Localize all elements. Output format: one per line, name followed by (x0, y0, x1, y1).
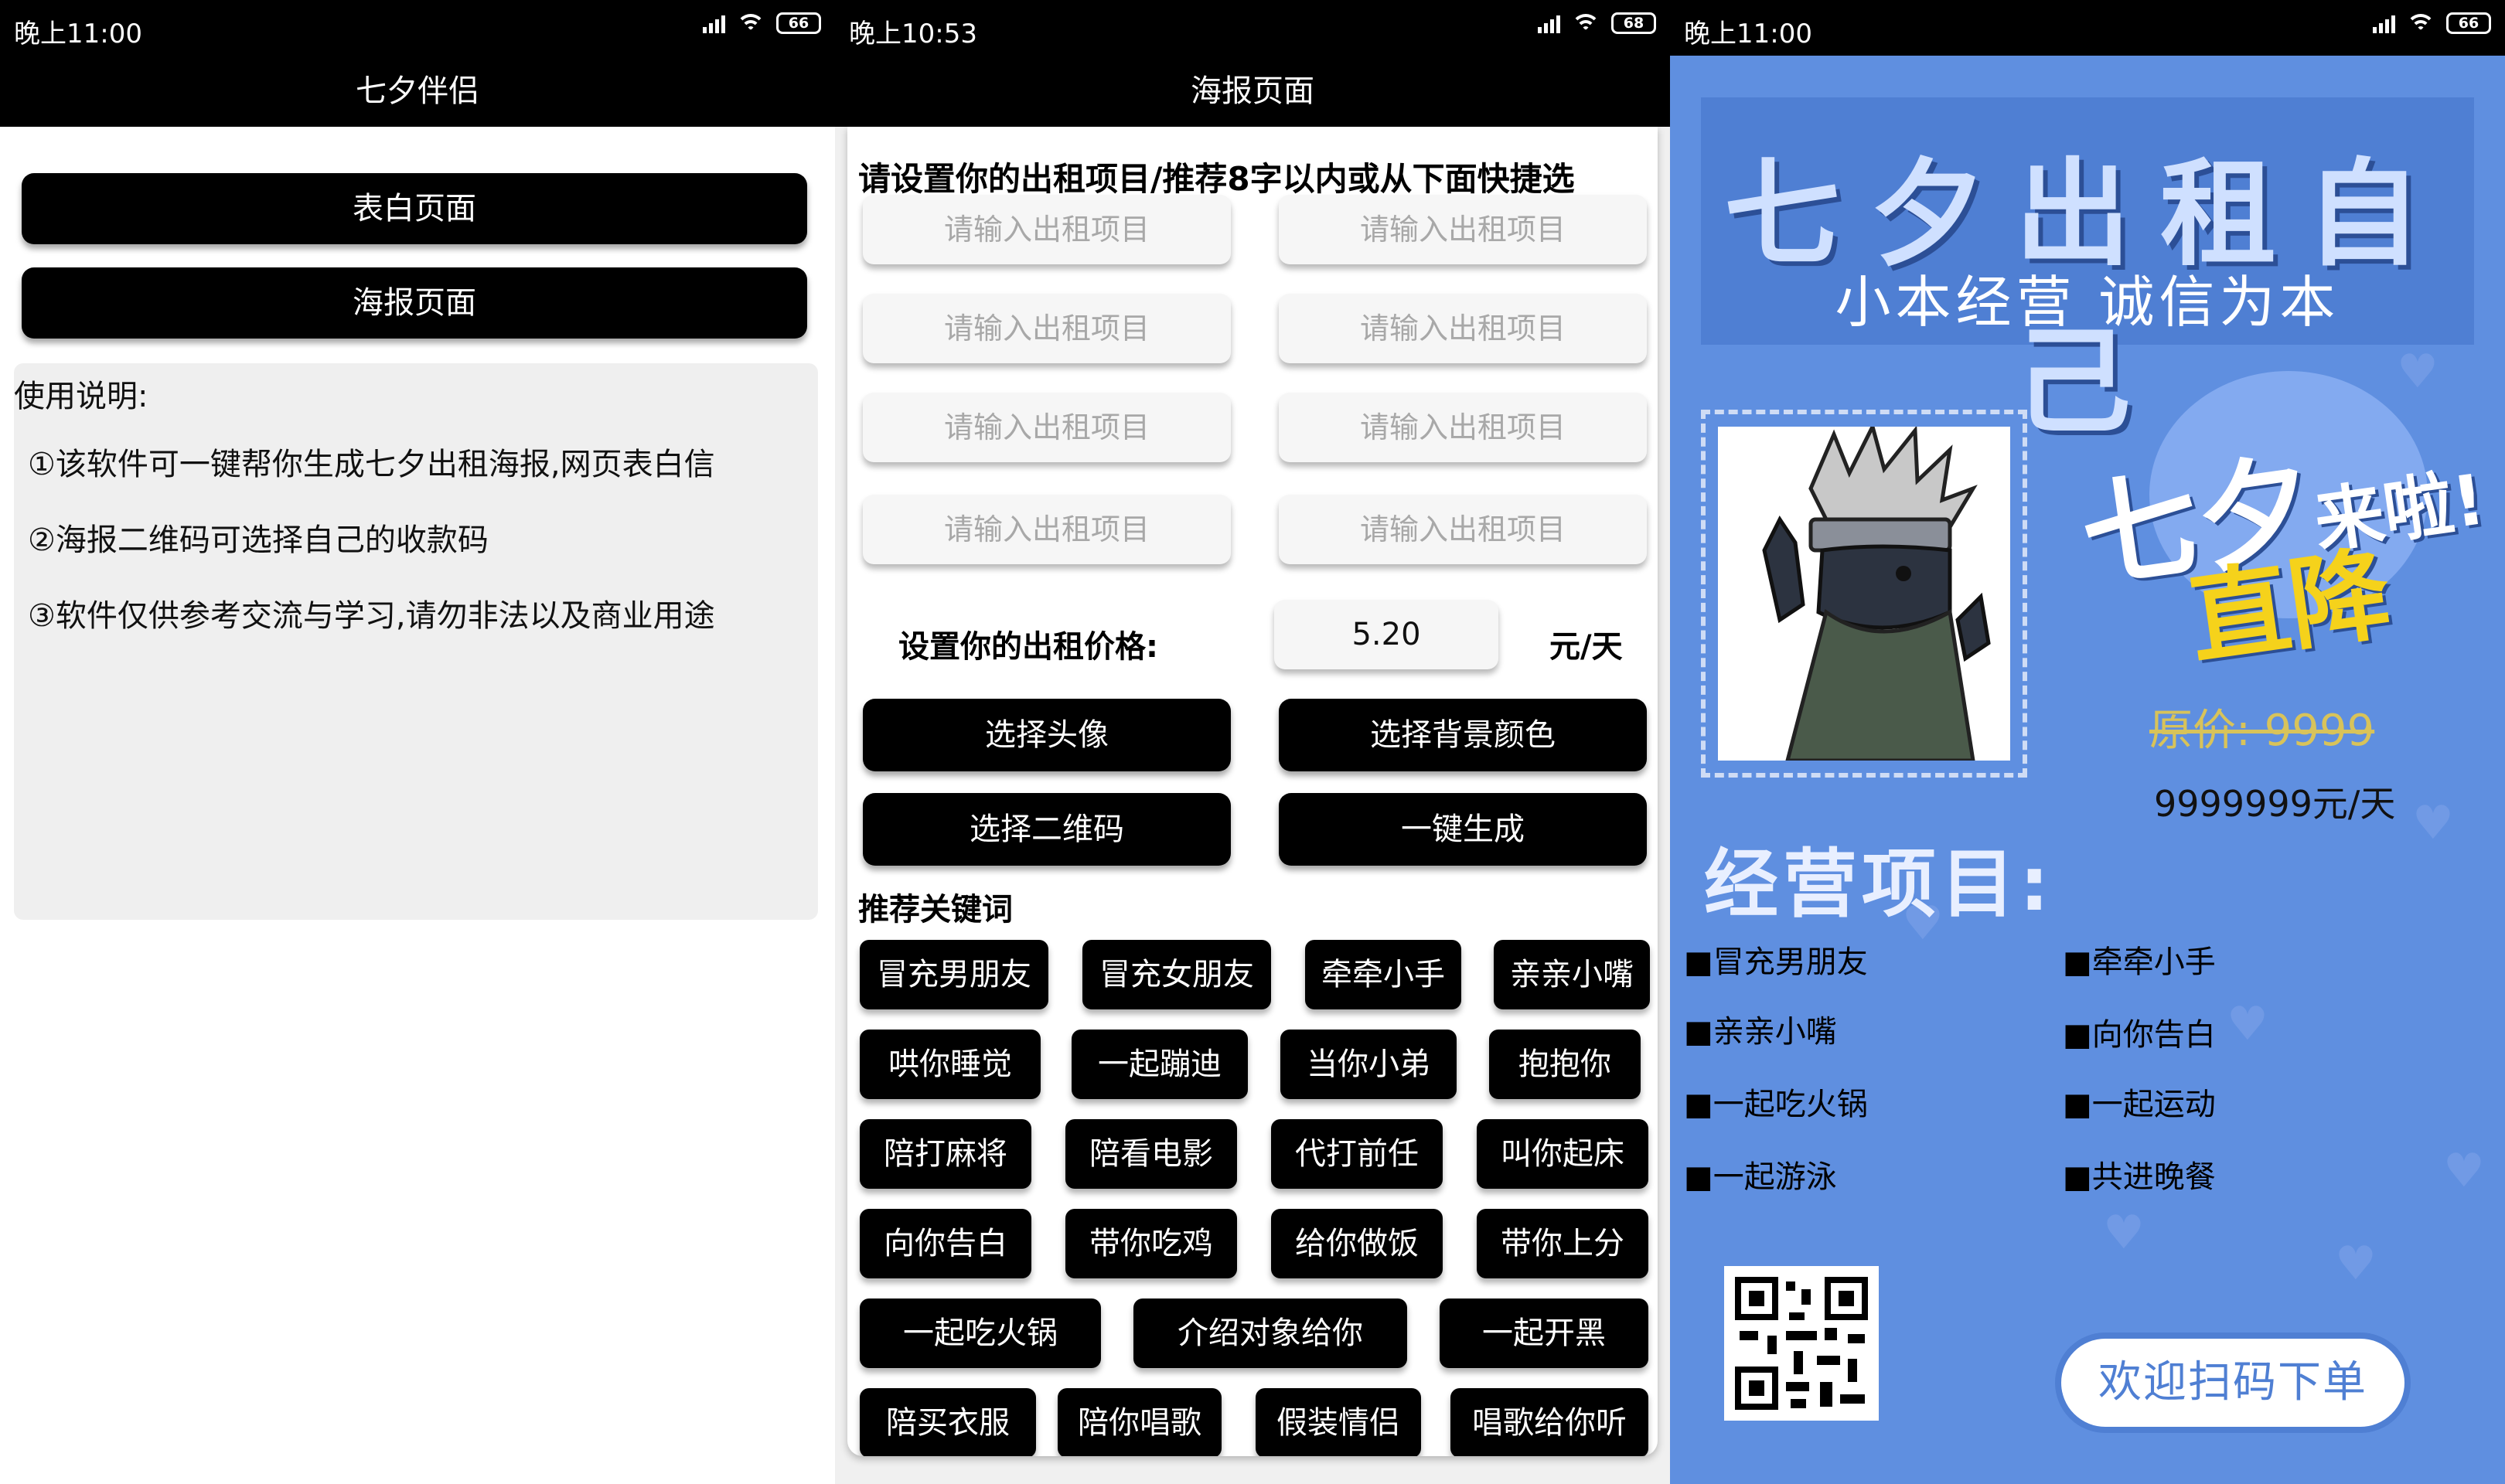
usage-line-3: ③软件仅供参考交流与学习,请勿非法以及商业用途 (28, 598, 715, 634)
poster-header: 七夕出租自己 小本经营 诚信为本 (1701, 97, 2474, 450)
keyword-chip[interactable]: 陪你唱歌 (1058, 1388, 1222, 1456)
battery-icon: 66 (2446, 12, 2491, 34)
heart-icon: ♥ (2227, 997, 2268, 1051)
service-item: ■冒充男朋友 (1684, 945, 1868, 980)
keyword-chip[interactable]: 向你告白 (860, 1209, 1031, 1278)
status-time: 晚上11:00 (14, 19, 142, 49)
poster-form: 请设置你的出租项目/推荐8字以内或从下面快捷选 请输入出租项目 请输入出租项目 … (847, 127, 1658, 1456)
qr-code (1724, 1266, 1879, 1421)
original-price: 原价: 9999 (2149, 706, 2375, 756)
service-item: ■共进晚餐 (2063, 1159, 2216, 1195)
keyword-chip[interactable]: 带你吃鸡 (1065, 1209, 1237, 1278)
keyword-chip[interactable]: 假装情侣 (1256, 1388, 1421, 1456)
price-label: 设置你的出租价格: (898, 629, 1158, 665)
ninja-avatar-icon (1762, 421, 1991, 763)
service-item: ■一起吃火锅 (1684, 1087, 1868, 1122)
service-item: ■亲亲小嘴 (1684, 1014, 1837, 1050)
keywords-title: 推荐关键词 (858, 892, 1013, 928)
confession-page-button[interactable]: 表白页面 (22, 173, 807, 244)
service-item: ■向你告白 (2063, 1017, 2216, 1053)
status-icons: 68 (1538, 12, 1656, 34)
status-icons: 66 (703, 12, 821, 34)
keyword-chip[interactable]: 带你上分 (1477, 1209, 1648, 1278)
keyword-chip[interactable]: 陪看电影 (1065, 1119, 1237, 1189)
price-input[interactable]: 5.20 (1274, 600, 1498, 669)
poster-price: 9999999元/天 (2154, 783, 2396, 825)
poster-screen: 晚上11:00 66 ♥ ♥ ♥ ♥ ♥ ♥ ♥ 七夕出租自己 小本经营 诚信为… (1670, 0, 2505, 1484)
keyword-chip[interactable]: 介绍对象给你 (1133, 1298, 1407, 1368)
keyword-chip[interactable]: 一起吃火锅 (860, 1298, 1101, 1368)
promo-discount-text: 直降 (2182, 534, 2398, 679)
services-title: 经营项目: (1704, 841, 2054, 928)
status-time: 晚上11:00 (1684, 19, 1812, 49)
heart-icon: ♥ (2412, 796, 2454, 850)
keyword-chip[interactable]: 冒充男朋友 (860, 940, 1048, 1009)
usage-title: 使用说明: (14, 379, 148, 414)
battery-icon: 68 (1611, 12, 1656, 34)
rental-item-input-6[interactable]: 请输入出租项目 (1279, 393, 1647, 462)
poster-page-button[interactable]: 海报页面 (22, 267, 807, 339)
keyword-chip[interactable]: 冒充女朋友 (1082, 940, 1271, 1009)
rental-item-input-4[interactable]: 请输入出租项目 (1279, 294, 1647, 363)
avatar-frame (1701, 410, 2027, 778)
keyword-chip[interactable]: 唱歌给你听 (1450, 1388, 1648, 1456)
status-bar: 晚上10:53 68 (835, 0, 1670, 56)
generate-button[interactable]: 一键生成 (1279, 793, 1647, 866)
rental-item-input-2[interactable]: 请输入出租项目 (1279, 195, 1647, 264)
rental-item-input-7[interactable]: 请输入出租项目 (863, 495, 1231, 564)
battery-icon: 66 (776, 12, 821, 34)
select-bg-color-button[interactable]: 选择背景颜色 (1279, 699, 1647, 771)
keyword-chip[interactable]: 给你做饭 (1271, 1209, 1443, 1278)
usage-line-1: ①该软件可一键帮你生成七夕出租海报,网页表白信 (28, 447, 715, 482)
service-item: ■一起运动 (2063, 1087, 2216, 1122)
status-bar: 晚上11:00 66 (1670, 0, 2505, 56)
status-bar: 晚上11:00 66 (0, 0, 835, 56)
heart-icon: ♥ (2103, 1206, 2145, 1260)
avatar-image (1718, 421, 2010, 763)
price-unit: 元/天 (1549, 629, 1623, 665)
scan-to-order-button[interactable]: 欢迎扫码下单 (2055, 1333, 2411, 1433)
app-title: 七夕伴侣 (0, 56, 835, 127)
select-avatar-button[interactable]: 选择头像 (863, 699, 1231, 771)
signal-icon (703, 13, 725, 33)
rental-item-input-5[interactable]: 请输入出租项目 (863, 393, 1231, 462)
service-item: ■一起游泳 (1684, 1159, 1837, 1195)
keyword-chip[interactable]: 当你小弟 (1280, 1030, 1457, 1099)
select-qrcode-button[interactable]: 选择二维码 (863, 793, 1231, 866)
wifi-icon (1571, 12, 1600, 34)
service-item: ■牵牵小手 (2063, 945, 2216, 980)
keyword-chip[interactable]: 一起开黑 (1440, 1298, 1648, 1368)
left-screen: 晚上11:00 66 七夕伴侣 表白页面 海报页面 使用说明: ①该软件可一键帮… (0, 0, 835, 1484)
status-time: 晚上10:53 (849, 19, 977, 49)
qr-code-icon (1735, 1277, 1868, 1410)
middle-screen: 晚上10:53 68 海报页面 请设置你的出租项目/推荐8字以内或从下面快捷选 … (835, 0, 1670, 1484)
keyword-chip[interactable]: 一起蹦迪 (1072, 1030, 1248, 1099)
keyword-chip[interactable]: 牵牵小手 (1305, 940, 1461, 1009)
rental-item-input-8[interactable]: 请输入出租项目 (1279, 495, 1647, 564)
keyword-chip[interactable]: 陪打麻将 (860, 1119, 1031, 1189)
heart-icon: ♥ (2443, 1144, 2485, 1198)
signal-icon (1538, 13, 1560, 33)
status-icons: 66 (2373, 12, 2491, 34)
wifi-icon (736, 12, 765, 34)
usage-instructions: 使用说明: ①该软件可一键帮你生成七夕出租海报,网页表白信 ②海报二维码可选择自… (14, 363, 818, 920)
signal-icon (2373, 13, 2395, 33)
wifi-icon (2406, 12, 2435, 34)
rental-item-input-1[interactable]: 请输入出租项目 (863, 195, 1231, 264)
keyword-chip[interactable]: 叫你起床 (1477, 1119, 1648, 1189)
poster-subline: 小本经营 诚信为本 (1835, 270, 2340, 335)
rental-hint: 请设置你的出租项目/推荐8字以内或从下面快捷选 (858, 160, 1575, 198)
keyword-chip[interactable]: 陪买衣服 (860, 1388, 1036, 1456)
usage-line-2: ②海报二维码可选择自己的收款码 (28, 522, 489, 558)
heart-icon: ♥ (2335, 1237, 2377, 1291)
page-title: 海报页面 (835, 56, 1670, 127)
keyword-chip[interactable]: 抱抱你 (1489, 1030, 1641, 1099)
rental-item-input-3[interactable]: 请输入出租项目 (863, 294, 1231, 363)
keyword-chip[interactable]: 哄你睡觉 (860, 1030, 1041, 1099)
keyword-chip[interactable]: 代打前任 (1271, 1119, 1443, 1189)
keyword-chip[interactable]: 亲亲小嘴 (1494, 940, 1650, 1009)
